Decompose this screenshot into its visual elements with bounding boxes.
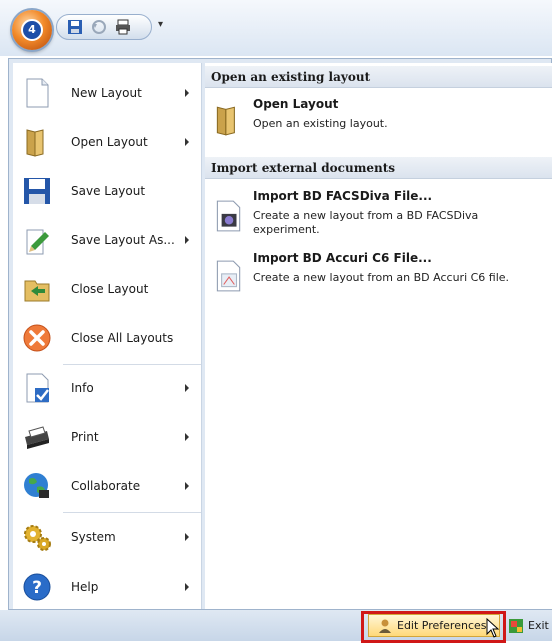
facsdiva-file-icon — [216, 200, 241, 232]
highlight-box — [361, 611, 506, 643]
app-logo-icon: 4 — [21, 19, 43, 41]
menu-item-label: Open Layout — [71, 135, 148, 149]
mouse-cursor-icon — [486, 618, 500, 638]
exit-button[interactable]: Exit — [508, 615, 552, 637]
open-folder-icon — [26, 129, 44, 157]
menu-item-save-layout[interactable]: Save Layout — [13, 169, 201, 213]
menu-item-print[interactable]: Print — [13, 415, 201, 459]
menu-detail-panel: Open an existing layout Open Layout Open… — [205, 63, 552, 609]
help-icon: ? — [23, 573, 51, 601]
section-header-open: Open an existing layout — [205, 66, 552, 88]
open-folder-icon — [216, 106, 235, 136]
menu-separator — [63, 512, 201, 513]
menu-item-close-all-layouts[interactable]: Close All Layouts — [13, 316, 201, 360]
close-all-icon — [23, 324, 51, 352]
undo-icon[interactable] — [91, 19, 107, 35]
svg-text:?: ? — [32, 578, 42, 598]
menu-item-label: Collaborate — [71, 479, 141, 493]
submenu-arrow-icon — [185, 433, 189, 441]
menu-item-label: New Layout — [71, 86, 142, 100]
menu-command-list: New Layout Open Layout Save Layout Save … — [13, 63, 202, 609]
submenu-arrow-icon — [185, 384, 189, 392]
entry-title: Open Layout — [253, 97, 339, 111]
application-menu-button[interactable]: 4 — [12, 10, 52, 50]
menu-item-collaborate[interactable]: Collaborate — [13, 464, 201, 508]
open-layout-entry[interactable]: Open Layout Open an existing layout. — [205, 93, 552, 147]
menu-item-label: Save Layout As... — [71, 233, 175, 247]
entry-title: Import BD Accuri C6 File... — [253, 251, 432, 265]
menu-item-label: Print — [71, 430, 99, 444]
submenu-arrow-icon — [185, 583, 189, 591]
menu-item-label: Close All Layouts — [71, 331, 174, 345]
menu-item-info[interactable]: Info — [13, 366, 201, 410]
submenu-arrow-icon — [185, 89, 189, 97]
menu-item-system[interactable]: System — [13, 515, 201, 559]
entry-description: Open an existing layout. — [253, 117, 388, 130]
accuri-file-icon — [216, 260, 241, 292]
close-layout-icon — [24, 280, 50, 302]
section-header-import: Import external documents — [205, 157, 552, 179]
save-icon[interactable] — [67, 19, 83, 35]
info-document-icon — [26, 373, 49, 403]
gears-icon — [24, 525, 51, 551]
menu-item-close-layout[interactable]: Close Layout — [13, 267, 201, 311]
entry-description: Create a new layout from an BD Accuri C6… — [253, 271, 510, 284]
menu-item-label: Close Layout — [71, 282, 149, 296]
customize-dropdown-icon[interactable]: ▾ — [158, 18, 168, 32]
import-accuri-entry[interactable]: Import BD Accuri C6 File... Create a new… — [205, 247, 552, 303]
entry-title: Import BD FACSDiva File... — [253, 189, 433, 203]
quick-access-bar — [56, 14, 152, 40]
menu-item-label: Save Layout — [71, 184, 146, 198]
print-icon[interactable] — [115, 19, 131, 35]
menu-item-label: Info — [71, 381, 94, 395]
menu-item-label: System — [71, 530, 116, 544]
exit-icon — [509, 619, 523, 633]
new-document-icon — [26, 78, 49, 108]
menu-footer: Edit Preferences Exit — [0, 610, 552, 643]
submenu-arrow-icon — [185, 236, 189, 244]
submenu-arrow-icon — [185, 533, 189, 541]
printer-icon — [25, 426, 49, 449]
menu-item-new-layout[interactable]: New Layout — [13, 71, 201, 115]
quick-access-toolbar: 4 ▾ — [0, 0, 552, 56]
menu-item-help[interactable]: ? Help — [13, 565, 201, 609]
submenu-arrow-icon — [185, 482, 189, 490]
save-disk-icon — [24, 178, 50, 204]
menu-item-save-layout-as[interactable]: Save Layout As... — [13, 218, 201, 262]
entry-description: Create a new layout from a BD FACSDiva e… — [253, 209, 479, 236]
menu-separator — [63, 364, 201, 365]
import-facsdiva-entry[interactable]: Import BD FACSDiva File... Create a new … — [205, 185, 552, 245]
application-menu: New Layout Open Layout Save Layout Save … — [8, 58, 552, 610]
menu-item-label: Help — [71, 580, 99, 594]
save-as-icon — [26, 229, 49, 255]
submenu-arrow-icon — [185, 138, 189, 146]
exit-label: Exit — [528, 619, 549, 632]
menu-item-open-layout[interactable]: Open Layout — [13, 120, 201, 164]
globe-icon — [24, 473, 49, 498]
